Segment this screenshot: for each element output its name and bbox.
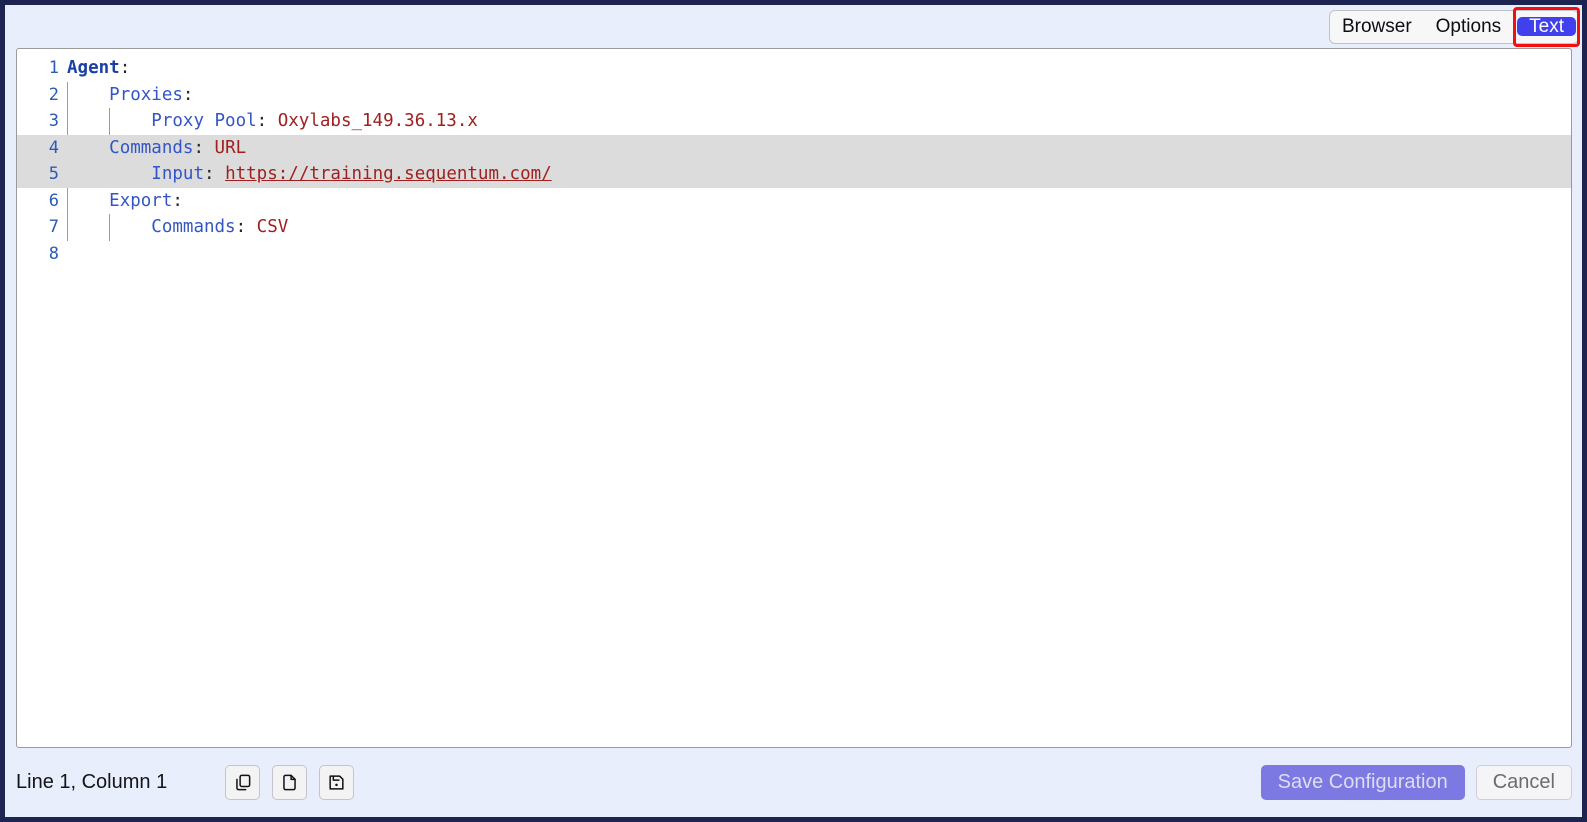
line-number: 2 bbox=[48, 84, 59, 105]
code-line-content[interactable]: Proxies: bbox=[67, 81, 1571, 109]
toggle-text-button[interactable]: Text bbox=[1517, 17, 1576, 36]
line-number: 1 bbox=[48, 58, 59, 78]
line-number: 5 bbox=[48, 164, 59, 184]
code-token-key: Commands bbox=[109, 137, 194, 158]
code-token-val: URL bbox=[214, 137, 247, 158]
toggle-browser-button[interactable]: Browser bbox=[1330, 11, 1424, 43]
code-line-content[interactable]: Agent: bbox=[67, 55, 1571, 82]
line-number: 4 bbox=[48, 137, 59, 158]
code-token-punct: : bbox=[182, 84, 194, 105]
view-mode-toolbar: Browser Options Text bbox=[5, 5, 1582, 48]
code-line[interactable]: 1 Agent: bbox=[17, 55, 1571, 82]
line-number: 8 bbox=[48, 243, 59, 264]
save-file-icon bbox=[327, 773, 346, 792]
save-file-button[interactable] bbox=[319, 765, 355, 800]
code-line[interactable]: 2 Proxies: bbox=[17, 81, 1571, 109]
code-line-content[interactable]: Commands: URL bbox=[67, 135, 1571, 162]
code-line[interactable]: 6 Export: bbox=[17, 187, 1571, 215]
code-line[interactable]: 7 Commands: CSV bbox=[17, 214, 1571, 241]
code-line-content[interactable] bbox=[67, 241, 1571, 268]
copy-button[interactable] bbox=[225, 765, 261, 800]
code-token-punct: : bbox=[256, 111, 278, 131]
code-token-punct: : bbox=[172, 190, 183, 211]
code-lines-container[interactable]: 1 Agent:2 Proxies:3 Proxy Pool: Oxylabs_1… bbox=[17, 49, 1571, 747]
code-token-val: CSV bbox=[256, 217, 289, 237]
line-number: 7 bbox=[48, 217, 59, 237]
code-token-punct: : bbox=[235, 217, 257, 237]
code-token-punct: : bbox=[203, 164, 226, 184]
code-line[interactable]: 5 Input: https://training.sequentum.com/ bbox=[17, 161, 1571, 188]
code-line[interactable]: 3 Proxy Pool: Oxylabs_149.36.13.x bbox=[17, 108, 1571, 135]
save-configuration-button[interactable]: Save Configuration bbox=[1260, 765, 1465, 800]
line-number: 3 bbox=[48, 111, 59, 131]
code-token-val: Oxylabs_149.36.13.x bbox=[277, 111, 478, 131]
line-number: 6 bbox=[48, 190, 59, 211]
code-token-key: Proxy Pool bbox=[151, 111, 257, 131]
code-token-key: Input bbox=[151, 164, 204, 184]
code-token-key: Export bbox=[109, 190, 173, 211]
code-line-content[interactable]: Input: https://training.sequentum.com/ bbox=[67, 161, 1571, 188]
code-token-key: Commands bbox=[151, 217, 236, 237]
code-line-content[interactable]: Proxy Pool: Oxylabs_149.36.13.x bbox=[67, 108, 1571, 135]
agent-configuration-editor-window: { "view_toggle": { "options": [ { "label… bbox=[0, 0, 1587, 822]
new-file-icon bbox=[280, 773, 299, 792]
code-token-punct: : bbox=[193, 137, 215, 158]
cursor-position-status: Line 1, Column 1 bbox=[16, 771, 168, 793]
editor-footer-bar: Line 1, Column 1 Save Configuration Canc… bbox=[5, 748, 1582, 817]
yaml-text-editor[interactable]: 1 Agent:2 Proxies:3 Proxy Pool: Oxylabs_1… bbox=[16, 48, 1572, 748]
editor-action-buttons bbox=[225, 765, 355, 800]
cancel-button[interactable]: Cancel bbox=[1475, 765, 1572, 800]
code-token-key: Proxies bbox=[109, 84, 183, 105]
code-line-content[interactable]: Commands: CSV bbox=[67, 214, 1571, 241]
text-tab-annotation-highlight: Text bbox=[1513, 6, 1580, 47]
new-file-button[interactable] bbox=[272, 765, 308, 800]
code-token-punct: : bbox=[119, 58, 131, 78]
code-line[interactable]: 8 bbox=[17, 241, 1571, 268]
code-line[interactable]: 4 Commands: URL bbox=[17, 134, 1571, 162]
code-token-root: Agent bbox=[67, 58, 120, 78]
code-line-content[interactable]: Export: bbox=[67, 187, 1571, 215]
copy-icon bbox=[233, 773, 252, 792]
toggle-options-button[interactable]: Options bbox=[1424, 11, 1513, 43]
view-mode-toggle-group[interactable]: Browser Options Text bbox=[1328, 6, 1580, 47]
code-token-link[interactable]: https://training.sequentum.com/ bbox=[225, 161, 552, 188]
